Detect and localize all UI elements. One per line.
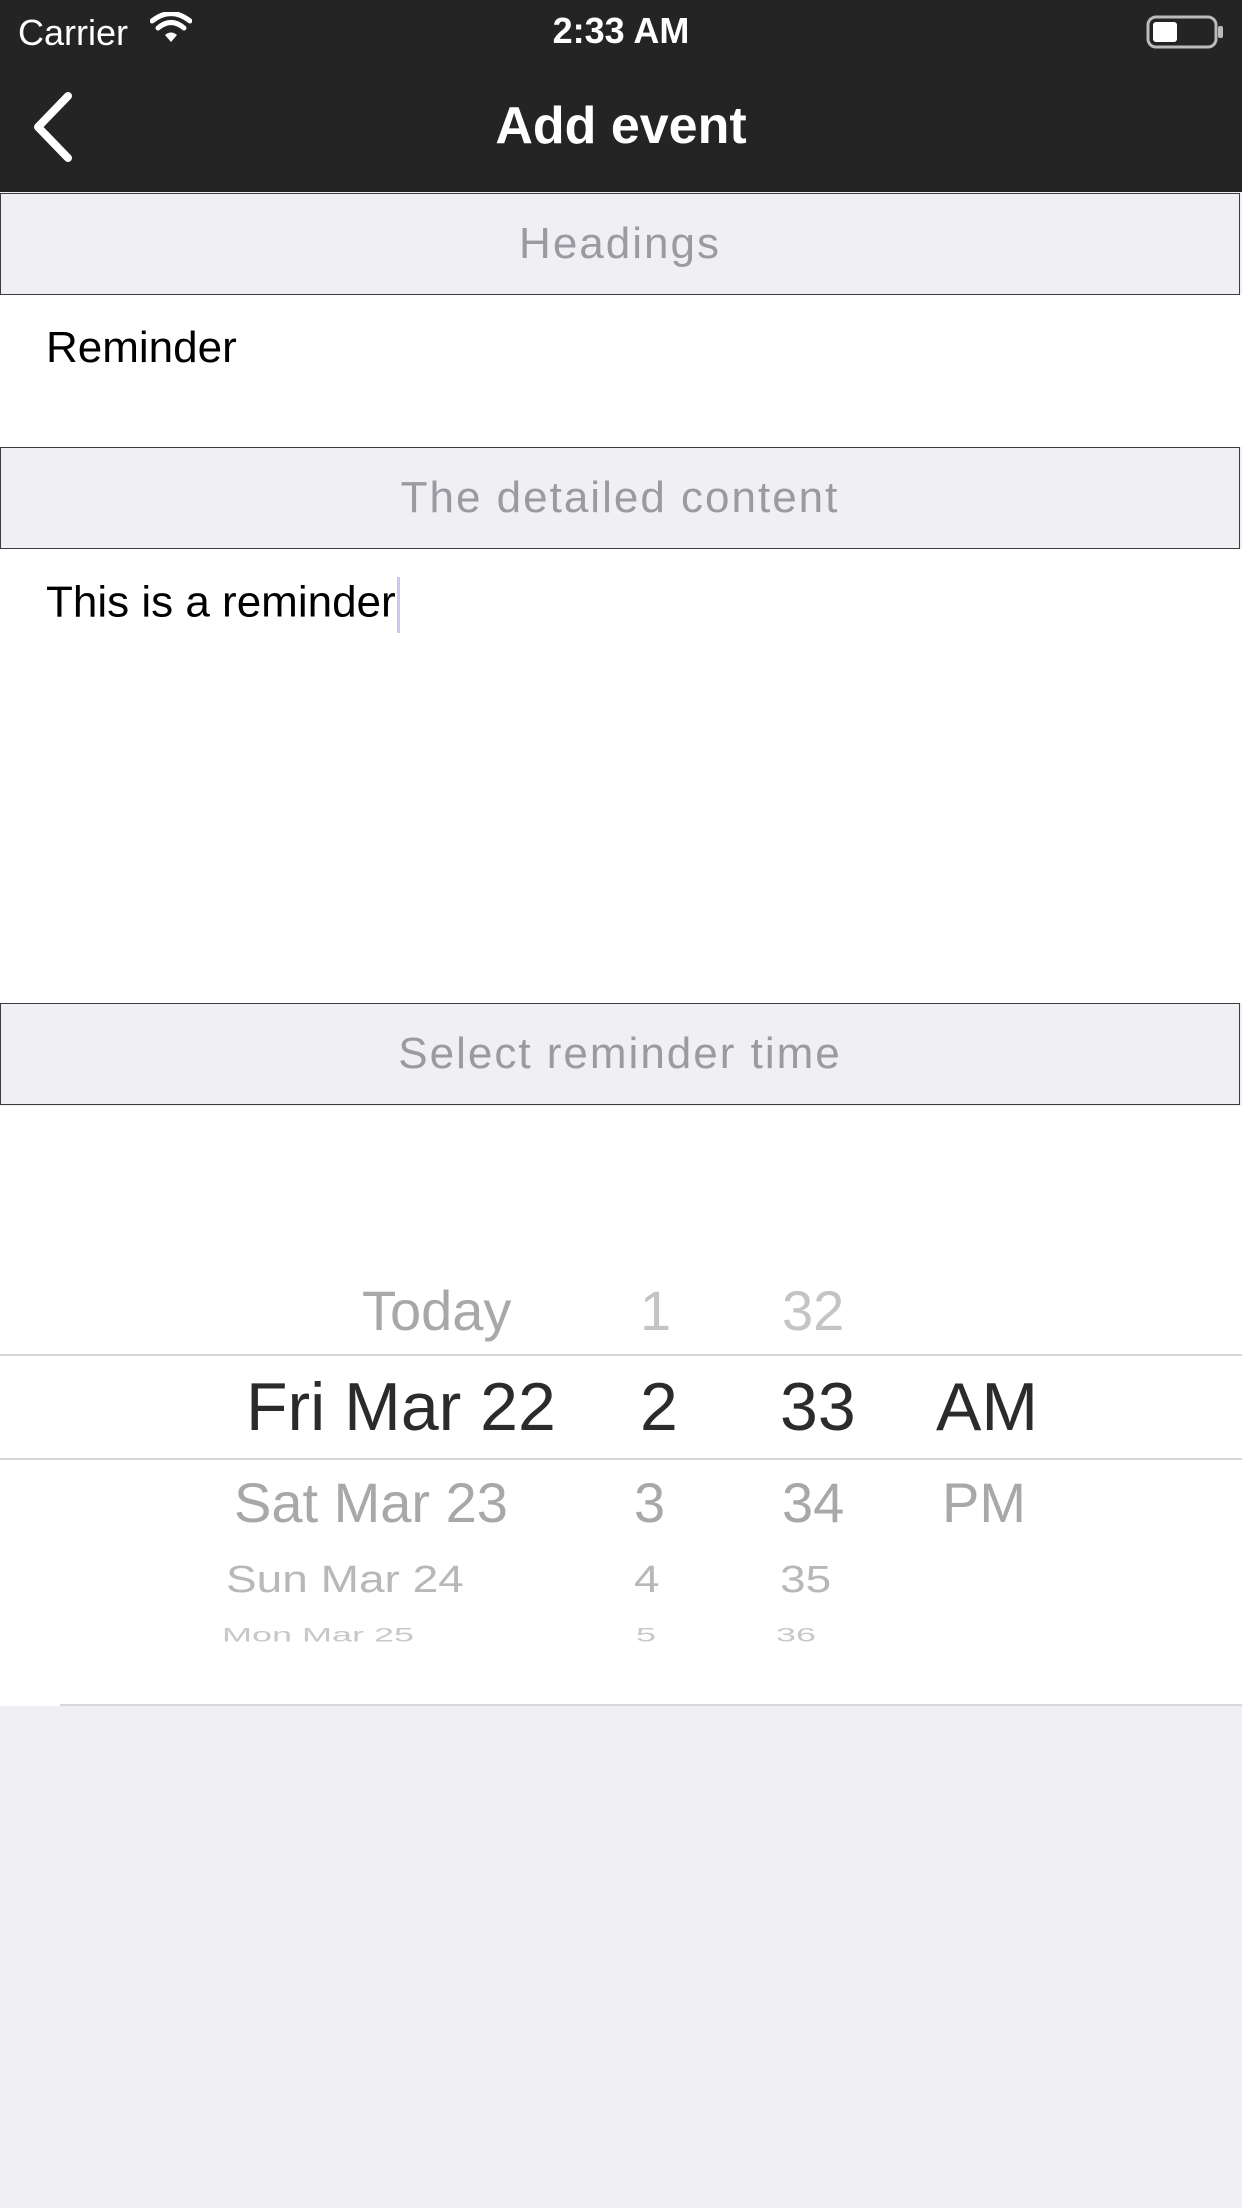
- picker-date-option[interactable]: Sun Mar 24: [226, 1557, 464, 1601]
- battery-icon: [1146, 14, 1226, 55]
- navigation-bar: Add event: [0, 62, 1242, 192]
- picker-selection-bottom-line: [0, 1458, 1242, 1460]
- content-section-header: The detailed content: [0, 447, 1240, 549]
- content-textarea-value: This is a reminder: [46, 577, 396, 627]
- picker-hour-option[interactable]: 5: [636, 1623, 656, 1646]
- status-time: 2:33 AM: [552, 10, 690, 51]
- picker-selection-top-line: [0, 1354, 1242, 1356]
- picker-hour-option[interactable]: 1: [640, 1278, 671, 1343]
- time-section-header: Select reminder time: [0, 1003, 1240, 1105]
- picker-ampm-option[interactable]: PM: [942, 1470, 1026, 1535]
- picker-date-selected[interactable]: Fri Mar 22: [246, 1368, 556, 1446]
- page-title: Add event: [495, 97, 747, 155]
- status-bar: Carrier 2:33 AM: [0, 0, 1242, 62]
- picker-hour-selected[interactable]: 2: [640, 1368, 678, 1446]
- picker-bottom-divider: [60, 1704, 1242, 1706]
- reminder-time-picker[interactable]: Today Fri Mar 22 Sat Mar 23 Sun Mar 24 M…: [0, 1106, 1242, 1706]
- heading-input-value: Reminder: [46, 323, 237, 372]
- picker-minute-option[interactable]: 36: [776, 1623, 816, 1646]
- picker-hour-option[interactable]: 4: [634, 1557, 660, 1601]
- picker-minute-option[interactable]: 35: [780, 1557, 831, 1601]
- picker-date-option[interactable]: Mon Mar 25: [222, 1623, 414, 1646]
- picker-date-option[interactable]: Sat Mar 23: [234, 1470, 508, 1535]
- content-textarea[interactable]: This is a reminder: [0, 549, 1242, 1003]
- heading-input[interactable]: Reminder: [0, 295, 1242, 447]
- picker-minute-selected[interactable]: 33: [780, 1368, 856, 1446]
- picker-ampm-selected[interactable]: AM: [936, 1368, 1038, 1446]
- picker-date-option[interactable]: Today: [362, 1278, 511, 1343]
- headings-section-header: Headings: [0, 193, 1240, 295]
- picker-minute-option[interactable]: 34: [782, 1470, 844, 1535]
- text-cursor: [396, 577, 400, 633]
- picker-minute-option[interactable]: 32: [782, 1278, 844, 1343]
- picker-hour-option[interactable]: 3: [634, 1470, 665, 1535]
